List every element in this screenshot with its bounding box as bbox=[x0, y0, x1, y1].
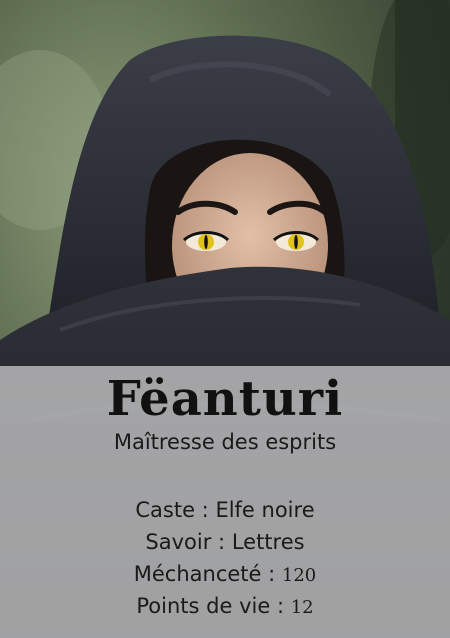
stat-value: Elfe noire bbox=[215, 498, 315, 522]
stat-separator: : bbox=[211, 530, 232, 554]
stat-value: Lettres bbox=[231, 530, 305, 554]
stat-caste: Caste : Elfe noire bbox=[0, 494, 450, 526]
stat-label: Savoir bbox=[145, 530, 212, 554]
stat-label: Méchanceté bbox=[133, 562, 262, 586]
stat-savoir: Savoir : Lettres bbox=[0, 526, 450, 558]
stat-separator: : bbox=[261, 562, 282, 586]
stats-list: Caste : Elfe noire Savoir : Lettres Méch… bbox=[0, 494, 450, 622]
stat-separator: : bbox=[270, 594, 291, 618]
info-panel: Fëanturi Maîtresse des esprits Caste : E… bbox=[0, 366, 450, 638]
stat-label: Caste bbox=[135, 498, 195, 522]
stat-value: 12 bbox=[290, 597, 314, 618]
character-card: Fëanturi Maîtresse des esprits Caste : E… bbox=[0, 0, 450, 638]
character-title: Maîtresse des esprits bbox=[113, 430, 337, 454]
stat-separator: : bbox=[195, 498, 216, 522]
stat-label: Points de vie bbox=[136, 594, 271, 618]
stat-value: 120 bbox=[281, 565, 317, 586]
stat-points-de-vie: Points de vie : 12 bbox=[0, 590, 450, 622]
character-name: Fëanturi bbox=[106, 371, 344, 427]
stat-mechancete: Méchanceté : 120 bbox=[0, 558, 450, 590]
